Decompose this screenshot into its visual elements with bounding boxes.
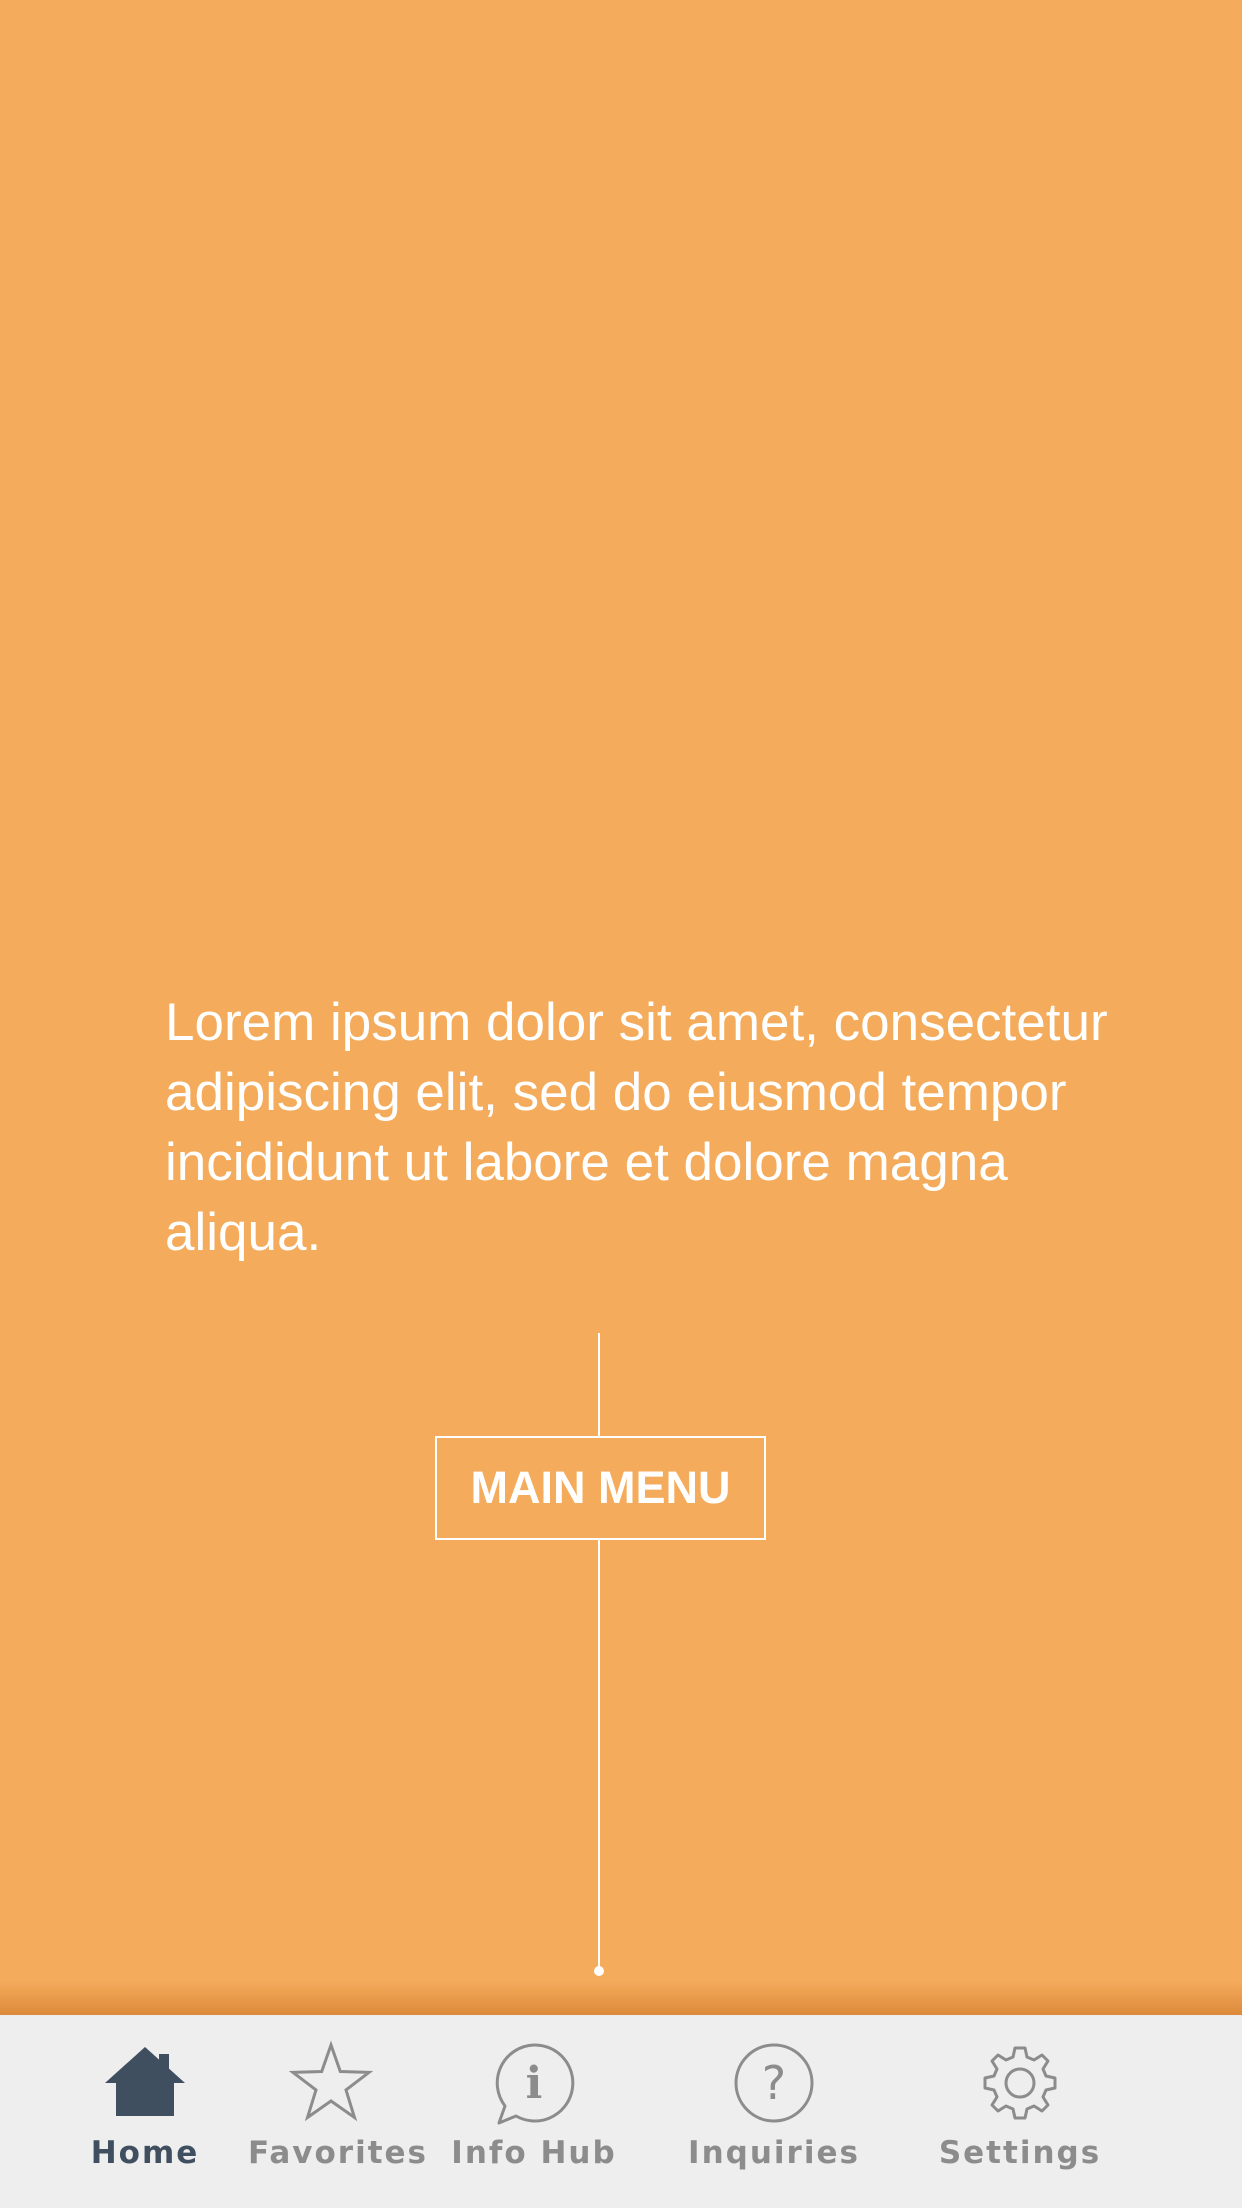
tab-inquiries[interactable]: ? Inquiries	[654, 2015, 894, 2208]
home-icon	[105, 2047, 185, 2116]
tab-favorites[interactable]: Favorites	[248, 2015, 428, 2208]
tab-label-home: Home	[90, 2135, 200, 2171]
star-icon	[288, 2040, 374, 2122]
intro-text: Lorem ipsum dolor sit amet, consectetur …	[165, 993, 1108, 1262]
tab-settings[interactable]: Settings	[909, 2015, 1131, 2208]
connector-line-bottom	[598, 1540, 600, 1968]
tab-info-hub[interactable]: i Info Hub	[414, 2015, 654, 2208]
gear-icon	[983, 2046, 1057, 2120]
svg-text:i: i	[526, 2058, 543, 2109]
tab-home[interactable]: Home	[0, 2015, 290, 2208]
tab-label-info-hub: Info Hub	[451, 2135, 617, 2171]
tab-label-favorites: Favorites	[248, 2135, 428, 2171]
app-screen: Lorem ipsum dolor sit amet, consectetur …	[0, 0, 1242, 2208]
svg-text:?: ?	[762, 2056, 786, 2110]
connector-dot	[594, 1966, 604, 1976]
hero-panel: Lorem ipsum dolor sit amet, consectetur …	[0, 0, 1242, 2015]
question-icon: ?	[734, 2043, 814, 2123]
tab-label-inquiries: Inquiries	[688, 2135, 860, 2171]
info-bubble-icon: i	[495, 2043, 575, 2125]
connector-line-top	[598, 1333, 600, 1436]
tab-label-settings: Settings	[938, 2135, 1102, 2171]
main-menu-button[interactable]: MAIN MENU	[435, 1436, 766, 1540]
bottom-tab-bar: Home Favorites i Info Hub ? Inquiries Se…	[0, 2015, 1242, 2208]
